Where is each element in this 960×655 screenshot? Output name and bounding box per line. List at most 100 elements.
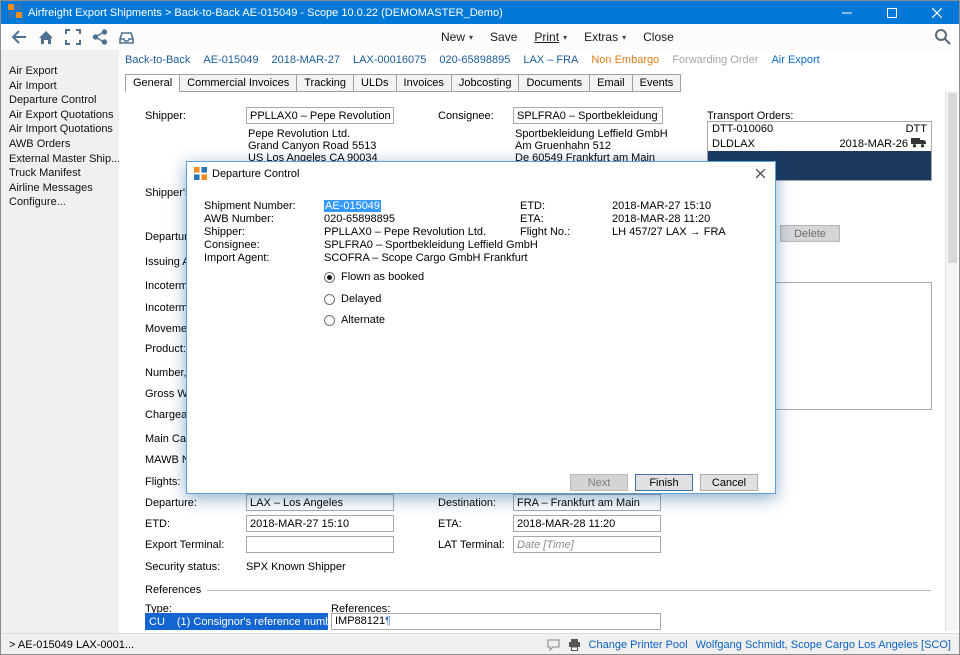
consignee-address-line: Sportbekleidung Leffield GmbH <box>515 128 668 140</box>
dialog-eta-label: ETA: <box>520 213 544 225</box>
transport-order-row[interactable]: DLDLAX 2018-MAR-26 <box>708 136 931 152</box>
dialog-etd-value: 2018-MAR-27 15:10 <box>612 200 711 212</box>
breadcrumb-item[interactable]: 020-65898895 <box>439 54 510 66</box>
dialog-etd-label: ETD: <box>520 200 545 212</box>
etd-input[interactable] <box>246 515 394 532</box>
sidebar-item-truck-manifest[interactable]: Truck Manifest <box>1 166 119 181</box>
shipper-label: Shipper: <box>145 110 186 122</box>
breadcrumb-item[interactable]: 2018-MAR-27 <box>271 54 339 66</box>
change-printer-pool-link[interactable]: Change Printer Pool <box>589 639 688 651</box>
statusbar-shipment[interactable]: > AE-015049 LAX-0001... <box>9 639 134 651</box>
sidebar-item-awb-orders[interactable]: AWB Orders <box>1 137 119 152</box>
window-controls <box>824 1 959 24</box>
menu-print[interactable]: Print▾ <box>534 30 567 44</box>
titlebar[interactable]: Airfreight Export Shipments > Back-to-Ba… <box>1 1 959 24</box>
flights-label: Flights: <box>145 476 180 488</box>
scrollbar-thumb[interactable] <box>948 93 957 263</box>
sidebar-item-airline-messages[interactable]: Airline Messages <box>1 181 119 196</box>
shipper-input[interactable] <box>246 107 394 124</box>
radio-row-delayed: Delayed <box>324 293 381 305</box>
export-terminal-label: Export Terminal: <box>145 539 224 551</box>
lat-terminal-input[interactable] <box>513 536 661 553</box>
transport-order-code: DLDLAX <box>712 138 755 151</box>
breadcrumb-item[interactable]: LAX – FRA <box>523 54 578 66</box>
tab-tracking[interactable]: Tracking <box>297 74 354 92</box>
tab-documents[interactable]: Documents <box>519 74 590 92</box>
security-status-value: SPX Known Shipper <box>246 561 346 573</box>
printer-icon[interactable] <box>568 639 581 651</box>
eta-input[interactable] <box>513 515 661 532</box>
radio-delayed[interactable] <box>324 294 335 305</box>
dialog-app-icon <box>194 167 207 180</box>
sidebar-item-air-export[interactable]: Air Export <box>1 64 119 79</box>
tab-email[interactable]: Email <box>590 74 633 92</box>
pilcrow-mark: ¶ <box>385 614 391 629</box>
sidebar-item-configure[interactable]: Configure... <box>1 195 119 210</box>
references-input[interactable]: IMP88121¶ <box>331 613 661 630</box>
sidebar-item-departure-control[interactable]: Departure Control <box>1 93 119 108</box>
sidebar-item-external-master[interactable]: External Master Ship... <box>1 152 119 167</box>
minimize-button[interactable] <box>824 1 869 24</box>
menu-close-label: Close <box>643 30 674 44</box>
menu-close[interactable]: Close <box>643 30 674 44</box>
transport-order-row[interactable]: DTT-010060 DTT <box>708 122 931 136</box>
flight-departure-label: Departure: <box>145 497 197 509</box>
sidebar-item-air-export-quotations[interactable]: Air Export Quotations <box>1 108 119 123</box>
comment-icon[interactable] <box>547 639 560 651</box>
maximize-button[interactable] <box>869 1 914 24</box>
cancel-button[interactable]: Cancel <box>700 474 758 491</box>
destination-input[interactable] <box>513 494 661 511</box>
import-agent-value: SCOFRA – Scope Cargo GmbH Frankfurt <box>324 252 528 264</box>
tab-general[interactable]: General <box>125 74 180 92</box>
finish-button[interactable]: Finish <box>635 474 693 491</box>
expand-icon[interactable] <box>59 25 86 49</box>
sidebar-item-air-import[interactable]: Air Import <box>1 79 119 94</box>
dialog-titlebar[interactable]: Departure Control <box>187 162 775 185</box>
truck-icon <box>911 137 927 152</box>
departure-control-dialog: Departure Control Shipment Number: AE-01… <box>186 161 776 494</box>
menu-extras[interactable]: Extras▾ <box>584 30 626 44</box>
order-type-status: Forwarding Order <box>672 54 758 66</box>
back-icon[interactable] <box>5 25 32 49</box>
radio-row-alternate: Alternate <box>324 314 385 326</box>
breadcrumb-item[interactable]: AE-015049 <box>203 54 258 66</box>
statusbar-right: Change Printer Pool Wolfgang Schmidt, Sc… <box>547 639 951 651</box>
tab-ulds[interactable]: ULDs <box>354 74 397 92</box>
share-icon[interactable] <box>86 25 113 49</box>
reference-type-combo[interactable]: CU (1) Consignor's reference number <box>145 613 328 630</box>
tab-events[interactable]: Events <box>633 74 682 92</box>
search-icon[interactable] <box>934 28 951 48</box>
radio-alternate[interactable] <box>324 315 335 326</box>
close-button[interactable] <box>914 1 959 24</box>
menu-new[interactable]: New▾ <box>441 30 473 44</box>
menu-save[interactable]: Save <box>490 30 517 44</box>
tab-jobcosting[interactable]: Jobcosting <box>452 74 520 92</box>
shipment-number-value: AE-015049 <box>324 200 381 212</box>
dialog-eta-value: 2018-MAR-28 11:20 <box>612 213 710 225</box>
radio-flown-as-booked-label: Flown as booked <box>341 271 424 283</box>
radio-flown-as-booked[interactable] <box>324 272 335 283</box>
vertical-scrollbar[interactable] <box>945 91 958 631</box>
current-user-link[interactable]: Wolfgang Schmidt, Scope Cargo Los Angele… <box>696 639 951 651</box>
awb-number-value: 020-65898895 <box>324 213 395 225</box>
inbox-tray-icon[interactable] <box>113 25 140 49</box>
export-terminal-input[interactable] <box>246 536 394 553</box>
transport-order-kind: DTT <box>906 123 927 136</box>
dialog-close-icon[interactable] <box>745 162 775 185</box>
tab-invoices[interactable]: Invoices <box>397 74 452 92</box>
next-button[interactable]: Next <box>570 474 628 491</box>
import-agent-label: Import Agent: <box>204 252 269 264</box>
embargo-status: Non Embargo <box>591 54 659 66</box>
breadcrumb-item[interactable]: Back-to-Back <box>125 54 190 66</box>
radio-delayed-label: Delayed <box>341 293 381 305</box>
delete-button[interactable]: Delete <box>780 225 840 242</box>
breadcrumb-item[interactable]: LAX-00016075 <box>353 54 426 66</box>
tab-commercial-invoices[interactable]: Commercial Invoices <box>180 74 297 92</box>
sidebar-item-air-import-quotations[interactable]: Air Import Quotations <box>1 122 119 137</box>
consignee-input[interactable] <box>513 107 663 124</box>
flight-no-value: LH 457/27 LAX → FRA <box>612 226 726 238</box>
references-value: IMP88121 <box>335 614 385 629</box>
home-icon[interactable] <box>32 25 59 49</box>
flight-departure-input[interactable] <box>246 494 394 511</box>
radio-row-flown-as-booked: Flown as booked <box>324 271 424 283</box>
